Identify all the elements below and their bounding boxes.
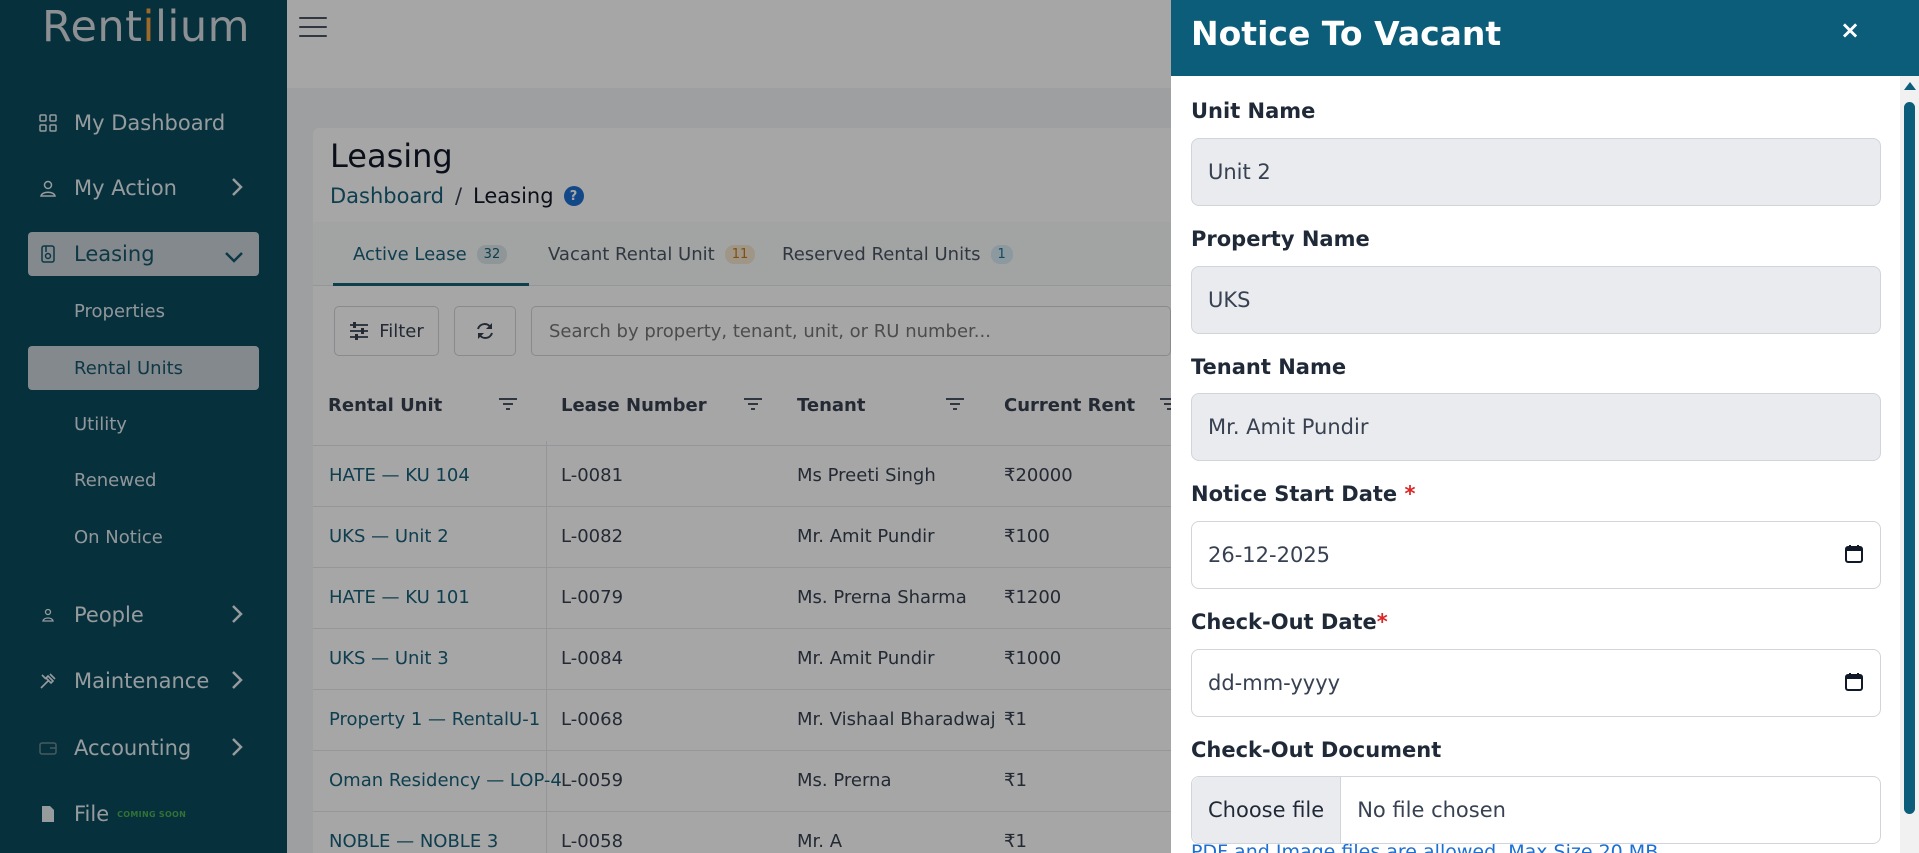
tenant-name-field[interactable]: Mr. Amit Pundir [1191,393,1881,461]
notice-start-date-input[interactable]: 26-12-2025 [1191,521,1881,589]
drawer-title: Notice To Vacant [1191,14,1502,53]
scroll-up-arrow-icon[interactable] [1904,82,1916,90]
scroll-thumb[interactable] [1904,102,1915,814]
notice-start-date-label: Notice Start Date * [1191,482,1416,506]
property-name-field[interactable]: UKS [1191,266,1881,334]
close-icon[interactable]: × [1836,16,1864,44]
unit-name-label: Unit Name [1191,99,1316,123]
choose-file-button[interactable]: Choose file [1192,777,1342,843]
calendar-icon[interactable] [1844,672,1864,697]
drawer-header: Notice To Vacant × [1171,0,1919,76]
unit-name-field[interactable]: Unit 2 [1191,138,1881,206]
modal-backdrop[interactable] [0,0,1172,853]
checkout-document-file-input[interactable]: Choose file No file chosen [1191,776,1881,844]
calendar-icon[interactable] [1844,544,1864,569]
drawer-scrollbar[interactable] [1900,76,1919,853]
checkout-date-input[interactable]: dd-mm-yyyy [1191,649,1881,717]
required-mark: * [1376,610,1388,634]
notice-to-vacant-drawer: Notice To Vacant × Unit Name Unit 2 Prop… [1171,0,1919,853]
file-status-text: No file chosen [1357,798,1506,822]
tenant-name-label: Tenant Name [1191,355,1347,379]
checkout-date-label: Check-Out Date* [1191,610,1388,634]
property-name-label: Property Name [1191,227,1370,251]
file-hint-text: PDF and Image files are allowed. Max Siz… [1191,841,1659,853]
checkout-document-label: Check-Out Document [1191,738,1442,762]
required-mark: * [1404,482,1416,506]
